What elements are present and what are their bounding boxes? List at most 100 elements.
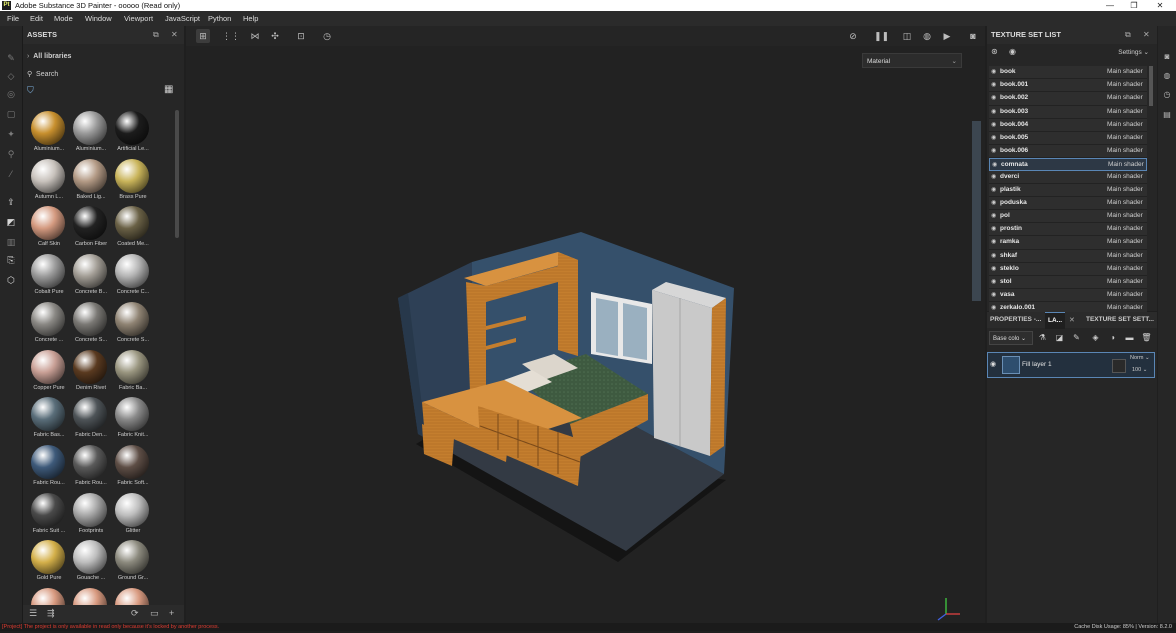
color-picker-icon[interactable]: ⁄ — [5, 168, 17, 180]
close-panel-icon[interactable]: ✕ — [171, 26, 178, 44]
close-panel-icon[interactable]: ✕ — [1143, 26, 1150, 44]
display-settings-icon[interactable]: ◍ — [1162, 71, 1172, 81]
tab-properties[interactable]: PROPERTIES -... — [990, 312, 1041, 328]
eye-icon[interactable]: ◉ — [991, 132, 996, 144]
eye-icon[interactable]: ◉ — [991, 289, 996, 301]
asset-item[interactable]: Ground Gr... — [111, 539, 155, 585]
asset-item[interactable]: Concrete B... — [69, 253, 113, 299]
asset-item[interactable]: Fabric Suit ... — [27, 492, 71, 538]
shader-name[interactable]: Main shader — [1108, 159, 1144, 171]
asset-item[interactable]: Concrete C... — [111, 253, 155, 299]
add-fill-layer-icon[interactable]: ◈ — [1090, 332, 1101, 343]
eye-icon[interactable]: ◉ — [991, 119, 996, 131]
shader-name[interactable]: Main shader — [1107, 171, 1143, 183]
clone-stamp-icon[interactable]: ⚲ — [5, 148, 17, 160]
float-panel-icon[interactable]: ⧉ — [1125, 26, 1131, 44]
texture-set-row[interactable]: ◉ vasa Main shader — [989, 289, 1147, 303]
menu-viewport[interactable]: Viewport — [124, 11, 153, 26]
menu-python[interactable]: Python — [208, 11, 231, 26]
shader-name[interactable]: Main shader — [1107, 289, 1143, 301]
texture-set-row[interactable]: ◉ plastik Main shader — [989, 183, 1147, 197]
eye-icon[interactable]: ◉ — [1009, 47, 1016, 56]
eye-icon[interactable]: ◉ — [991, 263, 996, 275]
add-effect-icon[interactable]: ⚗ — [1037, 332, 1048, 343]
grid-snap-icon[interactable]: ⊞ — [196, 29, 210, 43]
polygon-fill-icon[interactable]: ◩ — [5, 216, 17, 228]
display-mode-icon[interactable]: ◍ — [920, 29, 934, 43]
add-layer-icon[interactable]: ◑ — [1107, 332, 1118, 343]
asset-item[interactable]: Artificial Le... — [111, 110, 155, 156]
eye-icon[interactable]: ◉ — [991, 66, 996, 78]
close-tab-icon[interactable]: ✕ — [1069, 316, 1075, 324]
library-breadcrumb[interactable]: › All libraries — [27, 53, 71, 60]
search-field[interactable]: ⚲ Search — [27, 70, 58, 78]
history-icon[interactable]: ◷ — [320, 29, 334, 43]
shader-name[interactable]: Main shader — [1107, 184, 1143, 196]
shader-name[interactable]: Main shader — [1107, 92, 1143, 104]
asset-item[interactable]: Aluminium... — [69, 110, 113, 156]
assets-scrollbar[interactable] — [175, 110, 179, 238]
frame-icon[interactable]: ⊡ — [294, 29, 308, 43]
eye-icon[interactable]: ◉ — [991, 250, 996, 262]
restore-button[interactable]: ❐ — [1124, 0, 1144, 11]
geometry-mask-icon[interactable]: ▢ — [5, 108, 17, 120]
float-panel-icon[interactable]: ⧉ — [153, 26, 159, 44]
texture-set-row[interactable]: ◉ poduska Main shader — [989, 196, 1147, 211]
shader-name[interactable]: Main shader — [1107, 223, 1143, 235]
tab-texture-set-settings[interactable]: TEXTURE SET SETT... — [1086, 312, 1154, 328]
eye-icon[interactable]: ◉ — [991, 223, 996, 235]
texture-set-row[interactable]: ◉ book.002 Main shader — [989, 92, 1147, 106]
texture-set-row[interactable]: ◉ book.006 Main shader — [989, 145, 1147, 159]
menu-edit[interactable]: Edit — [30, 11, 43, 26]
texture-set-row[interactable]: ◉ comnata Main shader — [989, 158, 1147, 171]
texture-set-icon[interactable]: ◙ — [1162, 52, 1172, 62]
texture-set-row[interactable]: ◉ prostin Main shader — [989, 223, 1147, 237]
asset-item[interactable]: Baked Lig... — [69, 158, 113, 204]
texture-set-row[interactable]: ◉ pol Main shader — [989, 210, 1147, 224]
shader-name[interactable]: Main shader — [1107, 132, 1143, 144]
eye-icon[interactable]: ◉ — [991, 106, 996, 118]
smudge-icon[interactable]: ✦ — [5, 128, 17, 140]
asset-item[interactable]: Cobalt Pure — [27, 253, 71, 299]
eraser-icon[interactable]: ◇ — [5, 70, 17, 82]
log-icon[interactable]: ▤ — [1162, 110, 1172, 120]
menu-file[interactable]: File — [7, 11, 19, 26]
grid-view-icon[interactable]: ▦ — [164, 84, 173, 95]
delete-icon[interactable]: 🗑 — [1141, 332, 1152, 343]
eye-icon[interactable]: ◉ — [992, 159, 997, 171]
shader-name[interactable]: Main shader — [1107, 119, 1143, 131]
asset-item[interactable]: Coated Me... — [111, 205, 155, 251]
asset-item[interactable]: Denim Rivet — [69, 349, 113, 395]
asset-item[interactable]: Footprints — [69, 492, 113, 538]
texture-set-row[interactable]: ◉ book Main shader — [989, 66, 1147, 80]
shader-name[interactable]: Main shader — [1107, 66, 1143, 78]
eye-icon[interactable]: ◉ — [991, 210, 996, 222]
texture-set-row[interactable]: ◉ ramka Main shader — [989, 236, 1147, 250]
texture-set-row[interactable]: ◉ steklo Main shader — [989, 262, 1147, 276]
asset-item[interactable]: Fabric Rou... — [27, 444, 71, 490]
history-icon[interactable]: ◷ — [1162, 90, 1172, 100]
shader-name[interactable]: Main shader — [1107, 145, 1143, 157]
shader-name[interactable]: Main shader — [1107, 197, 1143, 209]
export-icon[interactable]: ⎘ — [5, 254, 17, 266]
paint-brush-icon[interactable]: ✎ — [5, 52, 17, 64]
eye-icon[interactable]: ◉ — [991, 276, 996, 288]
asset-item[interactable]: Fabric Bas... — [27, 396, 71, 442]
asset-item[interactable]: Carbon Fiber — [69, 205, 113, 251]
add-icon[interactable]: + — [169, 608, 174, 618]
new-folder-icon[interactable]: ▭ — [150, 608, 159, 619]
link-icon[interactable]: ⊛ — [991, 47, 998, 56]
asset-item[interactable]: Concrete S... — [111, 301, 155, 347]
shader-name[interactable]: Main shader — [1107, 79, 1143, 91]
projection-icon[interactable]: ◎ — [5, 88, 17, 100]
add-folder-icon[interactable]: ▬ — [1124, 332, 1135, 343]
asset-item[interactable]: Concrete ... — [27, 301, 71, 347]
eye-icon[interactable]: ◉ — [991, 92, 996, 104]
hide-icon[interactable]: ⊘ — [846, 29, 860, 43]
eye-icon[interactable]: ◉ — [991, 145, 996, 157]
tab-layers[interactable]: LA... — [1045, 312, 1066, 329]
texture-set-row[interactable]: ◉ dverci Main shader — [989, 170, 1147, 184]
channel-select[interactable]: Base colo ⌄ — [989, 331, 1033, 345]
texture-set-row[interactable]: ◉ stol Main shader — [989, 276, 1147, 290]
refresh-icon[interactable]: ⟳ — [131, 608, 139, 619]
